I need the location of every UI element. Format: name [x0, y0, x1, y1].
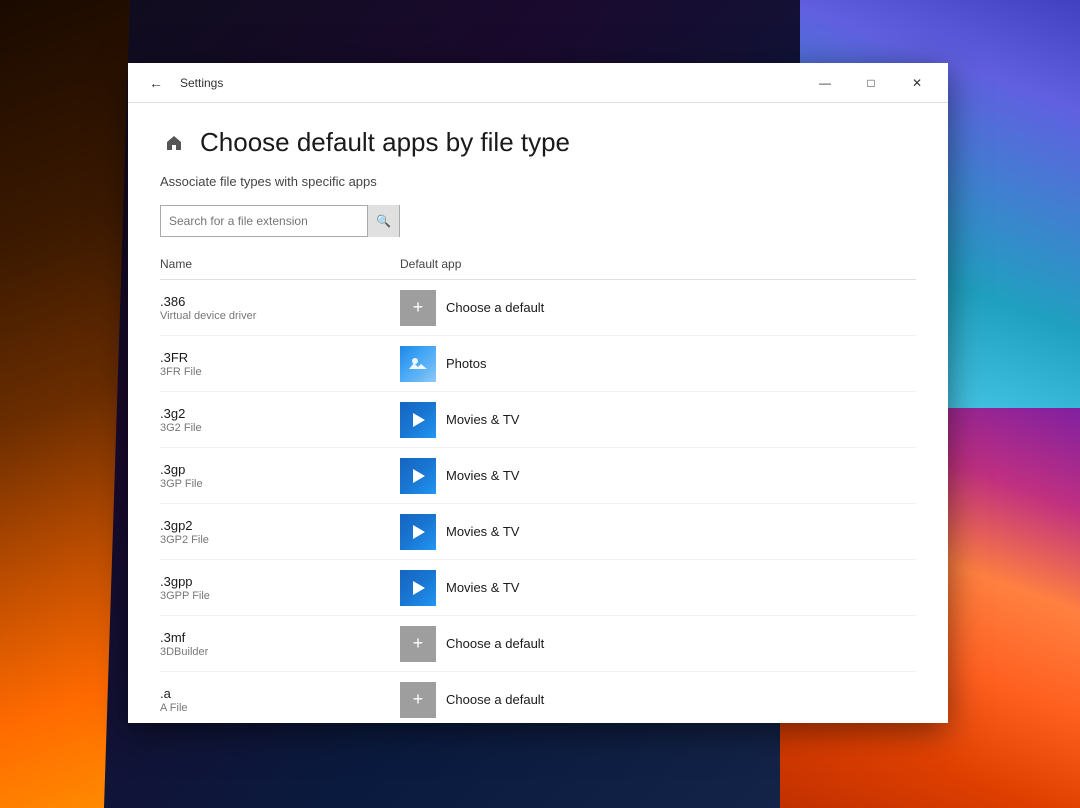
back-icon: ←: [149, 75, 163, 91]
item-name-col: .3gp 3GP File: [160, 462, 400, 490]
bg-left-blocks: [0, 0, 130, 808]
minimize-icon: —: [819, 76, 831, 90]
search-input[interactable]: [161, 214, 367, 228]
app-label: Choose a default: [446, 636, 544, 651]
list-items-container: .386 Virtual device driver + Choose a de…: [160, 280, 916, 723]
app-label: Photos: [446, 356, 486, 371]
item-extension: .3gp2: [160, 518, 400, 533]
item-extension: .3mf: [160, 630, 400, 645]
close-button[interactable]: ✕: [894, 67, 940, 99]
item-name-col: .3gpp 3GPP File: [160, 574, 400, 602]
list-header: Name Default app: [160, 253, 916, 280]
list-item[interactable]: .3g2 3G2 File Movies & TV: [160, 392, 916, 448]
app-label: Movies & TV: [446, 580, 519, 595]
item-app-col[interactable]: Movies & TV: [400, 514, 916, 550]
app-label: Movies & TV: [446, 524, 519, 539]
titlebar-left: ← Settings: [128, 67, 223, 99]
item-app-col[interactable]: + Choose a default: [400, 290, 916, 326]
item-description: 3DBuilder: [160, 646, 400, 658]
item-description: 3G2 File: [160, 422, 400, 434]
item-extension: .3FR: [160, 350, 400, 365]
item-description: 3GP2 File: [160, 534, 400, 546]
item-app-col[interactable]: + Choose a default: [400, 682, 916, 718]
item-name-col: .3mf 3DBuilder: [160, 630, 400, 658]
maximize-icon: □: [867, 76, 874, 90]
item-app-col[interactable]: + Choose a default: [400, 626, 916, 662]
app-label: Movies & TV: [446, 412, 519, 427]
item-extension: .a: [160, 686, 400, 701]
minimize-button[interactable]: —: [802, 67, 848, 99]
page-title: Choose default apps by file type: [200, 127, 570, 158]
home-icon: [160, 129, 188, 157]
settings-window: ← Settings — □ ✕ Choose default apps: [128, 63, 948, 723]
item-description: 3FR File: [160, 366, 400, 378]
app-label: Choose a default: [446, 300, 544, 315]
search-box[interactable]: 🔍: [160, 205, 400, 237]
list-item[interactable]: .3mf 3DBuilder + Choose a default: [160, 616, 916, 672]
item-app-col[interactable]: Movies & TV: [400, 458, 916, 494]
item-extension: .3gp: [160, 462, 400, 477]
list-item[interactable]: .a A File + Choose a default: [160, 672, 916, 723]
window-title: Settings: [180, 76, 223, 90]
item-app-col[interactable]: Photos: [400, 346, 916, 382]
item-name-col: .3FR 3FR File: [160, 350, 400, 378]
item-extension: .386: [160, 294, 400, 309]
add-icon: +: [400, 290, 436, 326]
item-extension: .3gpp: [160, 574, 400, 589]
page-header: Choose default apps by file type: [160, 127, 916, 158]
movies-icon: [400, 570, 436, 606]
add-icon: +: [400, 682, 436, 718]
window-content: Choose default apps by file type Associa…: [128, 103, 948, 723]
list-item[interactable]: .386 Virtual device driver + Choose a de…: [160, 280, 916, 336]
page-subtitle: Associate file types with specific apps: [160, 174, 916, 189]
search-icon: 🔍: [376, 214, 391, 228]
item-name-col: .386 Virtual device driver: [160, 294, 400, 322]
item-description: A File: [160, 702, 400, 714]
col-app-header: Default app: [400, 257, 916, 271]
movies-icon: [400, 458, 436, 494]
app-label: Movies & TV: [446, 468, 519, 483]
window-controls: — □ ✕: [802, 67, 940, 99]
item-app-col[interactable]: Movies & TV: [400, 402, 916, 438]
close-icon: ✕: [912, 76, 922, 90]
back-button[interactable]: ←: [140, 67, 172, 99]
item-app-col[interactable]: Movies & TV: [400, 570, 916, 606]
item-name-col: .a A File: [160, 686, 400, 714]
col-name-header: Name: [160, 257, 400, 271]
item-name-col: .3gp2 3GP2 File: [160, 518, 400, 546]
add-icon: +: [400, 626, 436, 662]
item-description: 3GP File: [160, 478, 400, 490]
item-description: 3GPP File: [160, 590, 400, 602]
item-name-col: .3g2 3G2 File: [160, 406, 400, 434]
movies-icon: [400, 402, 436, 438]
list-item[interactable]: .3gp2 3GP2 File Movies & TV: [160, 504, 916, 560]
titlebar: ← Settings — □ ✕: [128, 63, 948, 103]
app-label: Choose a default: [446, 692, 544, 707]
movies-icon: [400, 514, 436, 550]
item-extension: .3g2: [160, 406, 400, 421]
item-description: Virtual device driver: [160, 310, 400, 322]
search-button[interactable]: 🔍: [367, 205, 399, 237]
file-type-list: Name Default app .386 Virtual device dri…: [128, 253, 948, 723]
photos-icon: [400, 346, 436, 382]
list-item[interactable]: .3FR 3FR File Photos: [160, 336, 916, 392]
list-item[interactable]: .3gpp 3GPP File Movies & TV: [160, 560, 916, 616]
maximize-button[interactable]: □: [848, 67, 894, 99]
list-item[interactable]: .3gp 3GP File Movies & TV: [160, 448, 916, 504]
